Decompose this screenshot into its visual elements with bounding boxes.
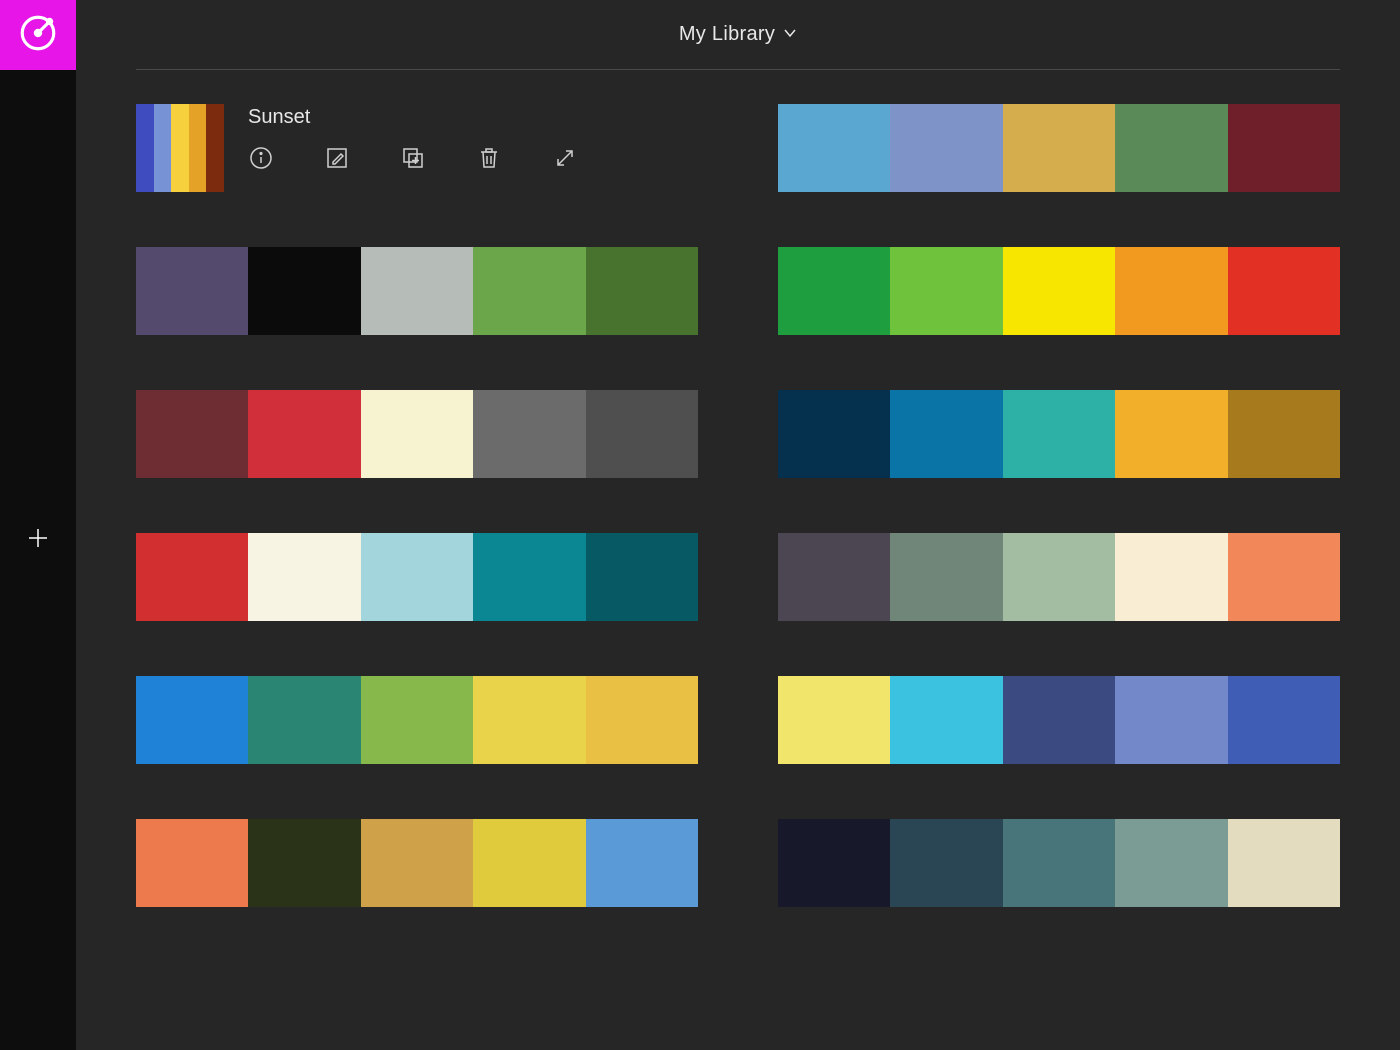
plus-icon (26, 526, 50, 555)
color-swatch (890, 104, 1002, 192)
color-swatch (136, 676, 248, 764)
palette-item[interactable] (778, 104, 1340, 192)
color-swatch (136, 819, 248, 907)
color-swatch (473, 247, 585, 335)
duplicate-icon (401, 146, 425, 175)
color-swatch (361, 247, 473, 335)
color-swatch (154, 104, 172, 192)
color-swatch (1228, 676, 1340, 764)
color-swatch (890, 247, 1002, 335)
color-swatch (1115, 390, 1227, 478)
trash-icon (477, 146, 501, 175)
palette-item[interactable] (778, 819, 1340, 907)
color-swatch (473, 533, 585, 621)
color-swatch (189, 104, 207, 192)
selected-palette-actions (248, 147, 698, 173)
info-icon (249, 146, 273, 175)
color-swatch (136, 104, 154, 192)
palette-item[interactable] (778, 247, 1340, 335)
add-button[interactable] (16, 518, 60, 562)
expand-icon (553, 146, 577, 175)
color-swatch (1115, 104, 1227, 192)
color-swatch (890, 390, 1002, 478)
color-swatch (361, 819, 473, 907)
color-swatch (778, 104, 890, 192)
color-swatch (778, 533, 890, 621)
palette-item[interactable] (136, 819, 698, 907)
color-swatch (1003, 676, 1115, 764)
color-swatch (1115, 247, 1227, 335)
color-swatch (206, 104, 224, 192)
selected-palette-meta: Sunset (248, 104, 698, 173)
color-swatch (778, 390, 890, 478)
color-swatch (1115, 676, 1227, 764)
color-swatch (586, 390, 698, 478)
selected-palette-thumbnail[interactable] (136, 104, 224, 192)
color-swatch (778, 676, 890, 764)
info-button[interactable] (248, 147, 274, 173)
palette-item[interactable] (778, 390, 1340, 478)
sidebar (0, 0, 76, 1050)
palette-item[interactable] (136, 390, 698, 478)
color-swatch (1228, 819, 1340, 907)
expand-button[interactable] (552, 147, 578, 173)
color-swatch (1003, 390, 1115, 478)
color-swatch (248, 676, 360, 764)
main-area: My Library Sunset (76, 0, 1400, 1050)
color-swatch (586, 819, 698, 907)
color-swatch (1228, 390, 1340, 478)
color-swatch (1003, 533, 1115, 621)
edit-button[interactable] (324, 147, 350, 173)
color-swatch (1003, 247, 1115, 335)
palette-item[interactable] (778, 533, 1340, 621)
library-dropdown[interactable]: My Library (136, 0, 1340, 70)
color-swatch (248, 247, 360, 335)
color-swatch (136, 533, 248, 621)
color-swatch (248, 819, 360, 907)
color-swatch (136, 390, 248, 478)
palette-item[interactable] (778, 676, 1340, 764)
color-swatch (473, 819, 585, 907)
color-swatch (361, 390, 473, 478)
color-swatch (1115, 819, 1227, 907)
color-swatch (778, 819, 890, 907)
color-wheel-icon (17, 12, 59, 59)
color-swatch (1003, 104, 1115, 192)
color-swatch (1115, 533, 1227, 621)
color-swatch (890, 819, 1002, 907)
color-swatch (171, 104, 189, 192)
edit-icon (325, 146, 349, 175)
color-swatch (586, 533, 698, 621)
delete-button[interactable] (476, 147, 502, 173)
chevron-down-icon (783, 23, 797, 46)
color-swatch (778, 247, 890, 335)
palette-item[interactable] (136, 247, 698, 335)
palette-item[interactable] (136, 533, 698, 621)
color-swatch (890, 533, 1002, 621)
color-swatch (1228, 104, 1340, 192)
library-label: My Library (679, 23, 775, 46)
color-swatch (586, 676, 698, 764)
duplicate-button[interactable] (400, 147, 426, 173)
app-logo[interactable] (0, 0, 76, 70)
palette-item[interactable] (136, 676, 698, 764)
color-swatch (248, 533, 360, 621)
selected-palette: Sunset (136, 104, 698, 192)
color-swatch (1228, 247, 1340, 335)
color-swatch (1003, 819, 1115, 907)
color-swatch (890, 676, 1002, 764)
selected-palette-name: Sunset (248, 106, 698, 129)
palette-grid: Sunset (136, 94, 1340, 907)
color-swatch (473, 390, 585, 478)
color-swatch (473, 676, 585, 764)
color-swatch (361, 533, 473, 621)
color-swatch (1228, 533, 1340, 621)
color-swatch (361, 676, 473, 764)
color-swatch (136, 247, 248, 335)
color-swatch (248, 390, 360, 478)
color-swatch (586, 247, 698, 335)
